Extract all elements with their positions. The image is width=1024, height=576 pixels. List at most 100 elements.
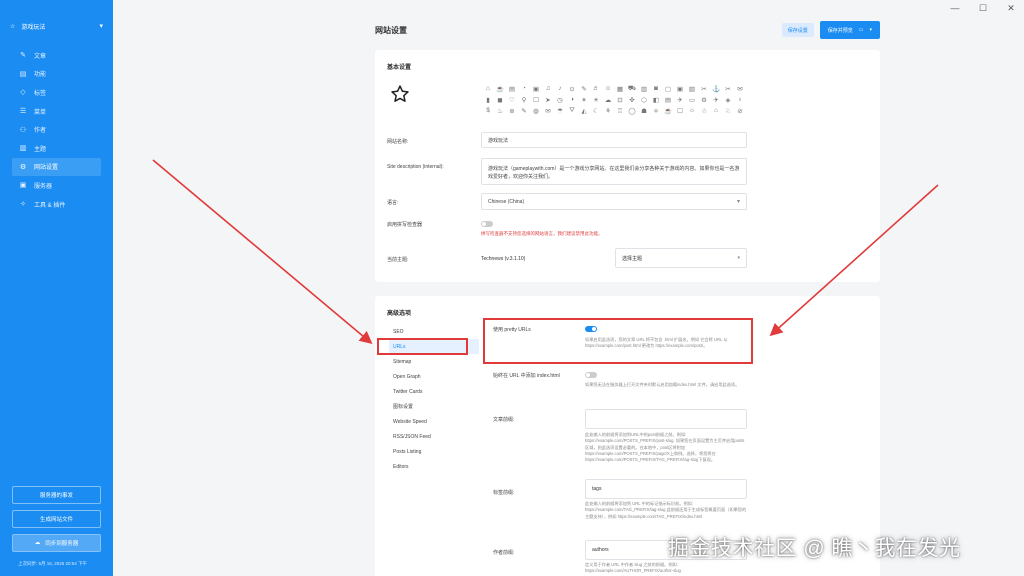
logo-option-icon[interactable]: ♪ (554, 83, 566, 94)
logo-option-icon[interactable]: ☺ (602, 83, 614, 94)
spellcheck-toggle[interactable] (481, 221, 493, 227)
logo-option-icon[interactable]: ▣ (530, 83, 542, 94)
logo-option-icon[interactable]: ☁ (602, 94, 614, 105)
logo-option-icon[interactable]: ♡ (506, 94, 518, 105)
logo-option-icon[interactable]: ◔ (518, 83, 530, 94)
logo-option-icon[interactable]: ✈ (710, 94, 722, 105)
logo-option-icon[interactable]: ✎ (518, 105, 530, 116)
logo-option-icon[interactable]: ♫ (542, 83, 554, 94)
theme-select[interactable]: 选择主题 ▾ (615, 248, 747, 268)
logo-option-icon[interactable]: ◍ (530, 105, 542, 116)
logo-option-icon[interactable]: ☕ (494, 83, 506, 94)
logo-option-icon[interactable]: ✉ (542, 105, 554, 116)
logo-option-icon[interactable]: ✂ (722, 83, 734, 94)
sidebar-item-site-settings[interactable]: ⚙ 网站设置 (12, 157, 101, 177)
logo-option-icon[interactable]: ☼ (686, 105, 698, 116)
logo-option-icon[interactable]: ⊘ (734, 105, 746, 116)
logo-option-icon[interactable]: ☀ (590, 94, 602, 105)
logo-option-icon[interactable]: ◭ (578, 105, 590, 116)
server-event-button[interactable]: 服务器的事发 (12, 486, 101, 504)
logo-option-icon[interactable]: ✉ (734, 83, 746, 94)
logo-option-icon[interactable]: ⊙ (566, 83, 578, 94)
logo-option-icon[interactable]: ♁ (734, 94, 746, 105)
save-settings-button[interactable]: 保存设置 (781, 23, 814, 37)
logo-option-icon[interactable]: ☾ (590, 105, 602, 116)
logo-option-icon[interactable]: ✂ (698, 83, 710, 94)
close-icon[interactable]: ✕ (998, 0, 1024, 16)
adv-tab-icons[interactable]: 图标设置 (389, 399, 479, 414)
adv-tab-rss-feed[interactable]: RSS/JSON Feed (389, 429, 479, 444)
sidebar-item-themes[interactable]: ▥ 主题 (0, 139, 113, 158)
logo-option-icon[interactable]: ◧ (650, 94, 662, 105)
sidebar-item-posts[interactable]: ✎ 文章 (0, 46, 113, 65)
logo-option-icon[interactable]: ⌂ (710, 105, 722, 116)
logo-option-icon[interactable]: ⚙ (698, 94, 710, 105)
adv-tab-seo[interactable]: SEO (389, 324, 479, 339)
sidebar-item-tools[interactable]: ✧ 工具 & 插件 (0, 195, 113, 214)
adv-tab-twitter-cards[interactable]: Twitter Cards (389, 384, 479, 399)
logo-option-icon[interactable]: ☐ (674, 105, 686, 116)
site-switcher[interactable]: ☆ 游戏玩法 ▾ (0, 12, 113, 40)
logo-option-icon[interactable]: ✜ (626, 94, 638, 105)
sidebar-item-server[interactable]: ▣ 服务器 (0, 176, 113, 195)
adv-tab-posts-listing[interactable]: Posts Listing (389, 444, 479, 459)
logo-option-icon[interactable]: ◯ (626, 105, 638, 116)
logo-option-icon[interactable]: ☃ (698, 105, 710, 116)
site-logo-star-icon[interactable] (390, 84, 410, 104)
logo-option-icon[interactable]: ⚓ (710, 83, 722, 94)
caret-down-icon[interactable]: ▾ (869, 27, 872, 33)
logo-option-icon[interactable]: ⚲ (518, 94, 530, 105)
sidebar-item-authors[interactable]: ⚇ 作者 (0, 120, 113, 139)
logo-option-icon[interactable]: ☐ (530, 94, 542, 105)
language-select[interactable]: Chinese (China) ▾ (481, 193, 747, 210)
save-preview-button[interactable]: 保存并预览 ▭ ▾ (819, 21, 880, 39)
logo-option-icon[interactable]: ▣ (674, 83, 686, 94)
logo-option-icon[interactable]: ◼ (494, 94, 506, 105)
logo-option-icon[interactable]: ▢ (662, 83, 674, 94)
logo-option-icon[interactable]: ▮ (482, 94, 494, 105)
site-description-field[interactable]: 游戏玩法（gameplaywith.com）是一个游戏分享网站。在这里我们会分享… (481, 158, 747, 185)
index-html-toggle[interactable] (585, 372, 597, 378)
sync-button[interactable]: ☁ 同步到服务器 (12, 534, 101, 552)
logo-option-icon[interactable]: ▭ (686, 94, 698, 105)
sidebar-item-menus[interactable]: ☰ 菜单 (0, 102, 113, 121)
logo-option-icon[interactable]: ◈ (722, 94, 734, 105)
logo-option-icon[interactable]: ⚘ (602, 105, 614, 116)
sidebar-item-pages[interactable]: ▤ 功能 (0, 65, 113, 84)
logo-option-icon[interactable]: ⛛ (566, 105, 578, 116)
render-files-button[interactable]: 生成网站文件 (12, 510, 101, 528)
logo-option-icon[interactable]: ☂ (554, 105, 566, 116)
logo-option-icon[interactable]: ⛟ (626, 83, 638, 94)
logo-option-icon[interactable]: ▦ (614, 83, 626, 94)
tag-prefix-input[interactable]: tags (585, 479, 747, 499)
logo-option-icon[interactable]: ⊡ (614, 94, 626, 105)
logo-option-icon[interactable]: ⌂ (482, 83, 494, 94)
logo-option-icon[interactable]: ♖ (614, 105, 626, 116)
logo-option-icon[interactable]: ☗ (638, 105, 650, 116)
logo-option-icon[interactable]: ✈ (674, 94, 686, 105)
logo-option-icon[interactable]: ◷ (554, 94, 566, 105)
logo-option-icon[interactable]: ◑ (566, 94, 578, 105)
logo-option-icon[interactable]: ◙ (650, 83, 662, 94)
adv-tab-website-speed[interactable]: Website Speed (389, 414, 479, 429)
logo-option-icon[interactable]: ♘ (722, 105, 734, 116)
adv-tab-open-graph[interactable]: Open Graph (389, 369, 479, 384)
site-name-field[interactable]: 游戏玩法 (481, 132, 747, 148)
logo-option-icon[interactable]: ⊛ (506, 105, 518, 116)
minimize-icon[interactable]: — (942, 0, 968, 16)
logo-option-icon[interactable]: ▥ (638, 83, 650, 94)
logo-option-icon[interactable]: ➤ (542, 94, 554, 105)
adv-tab-sitemap[interactable]: Sitemap (389, 354, 479, 369)
adv-tab-editors[interactable]: Editors (389, 459, 479, 474)
logo-option-icon[interactable]: ✎ (578, 83, 590, 94)
sidebar-item-tags[interactable]: ◇ 标签 (0, 83, 113, 102)
logo-option-icon[interactable]: ♬ (590, 83, 602, 94)
logo-option-icon[interactable]: ♨ (494, 105, 506, 116)
logo-option-icon[interactable]: ⚛ (650, 105, 662, 116)
logo-option-icon[interactable]: ▤ (506, 83, 518, 94)
logo-option-icon[interactable]: $ (482, 105, 494, 116)
logo-option-icon[interactable]: ⬡ (638, 94, 650, 105)
logo-option-icon[interactable]: ✶ (578, 94, 590, 105)
maximize-icon[interactable]: ☐ (970, 0, 996, 16)
post-prefix-input[interactable] (585, 409, 747, 429)
